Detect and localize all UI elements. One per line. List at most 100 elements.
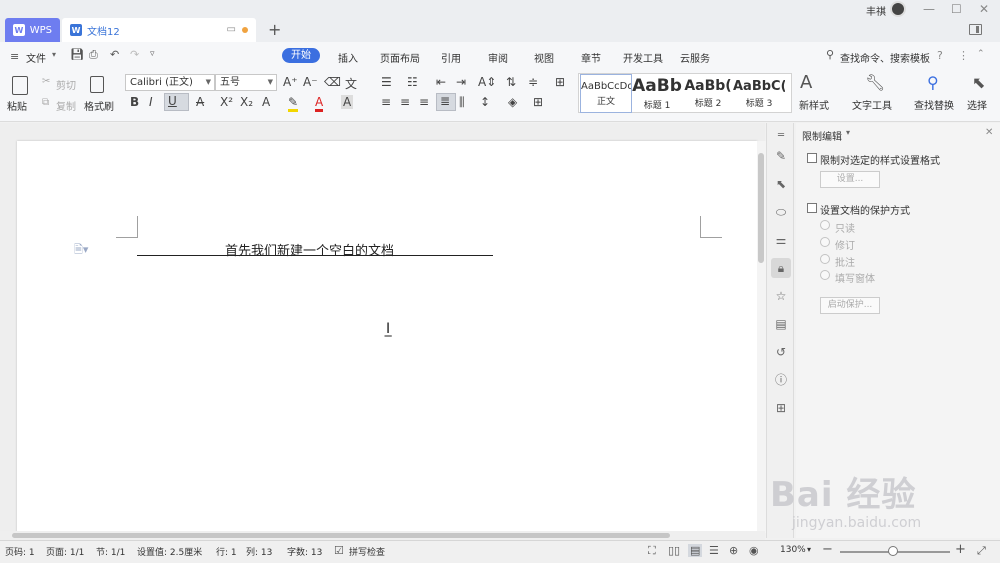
sort-icon[interactable]: ⇅ bbox=[506, 75, 516, 89]
style-normal[interactable]: AaBbCcDd 正文 bbox=[580, 74, 632, 113]
hamburger-icon[interactable]: ≡ bbox=[10, 50, 19, 63]
clear-format-icon[interactable]: ⌫ bbox=[324, 75, 341, 89]
tab-view[interactable]: 视图 bbox=[534, 50, 554, 65]
shapes-icon[interactable]: ⬭ bbox=[774, 205, 788, 219]
tab-insert[interactable]: 插入 bbox=[338, 50, 358, 65]
align-right-icon[interactable]: ≡ bbox=[419, 95, 429, 109]
customize-icon[interactable]: ▿ bbox=[150, 49, 155, 59]
strikethrough-icon[interactable]: A bbox=[196, 95, 204, 109]
bullet-list-icon[interactable]: ☰ bbox=[381, 75, 392, 89]
new-style-button[interactable]: 新样式 bbox=[799, 97, 829, 112]
justify-icon[interactable]: ≣ bbox=[436, 93, 456, 111]
bold-icon[interactable]: B bbox=[130, 95, 139, 109]
superscript-icon[interactable]: X² bbox=[220, 95, 233, 109]
more-icon[interactable]: ⋮ bbox=[958, 49, 969, 62]
file-menu[interactable]: 文件 bbox=[26, 50, 46, 65]
adjust-icon[interactable]: ⚌ bbox=[774, 233, 788, 247]
tab-page-layout[interactable]: 页面布局 bbox=[380, 50, 420, 65]
collapse-ribbon-icon[interactable]: ⌃ bbox=[977, 49, 985, 59]
table-grid-icon[interactable]: ⊞ bbox=[555, 75, 565, 89]
radio-forms[interactable] bbox=[820, 270, 830, 280]
shading-icon[interactable]: ◈ bbox=[508, 95, 517, 109]
page-view-icon[interactable]: ▤ bbox=[688, 544, 703, 557]
numbered-list-icon[interactable]: ☷ bbox=[407, 75, 418, 89]
style-heading-1[interactable]: AaBb 标题 1 bbox=[631, 74, 683, 113]
lock-icon[interactable]: 🔒︎ bbox=[774, 261, 788, 275]
document-text[interactable]: 首先我们新建一个空白的文档 bbox=[225, 240, 394, 259]
help-icon[interactable]: ? bbox=[937, 49, 943, 62]
style-heading-3[interactable]: AaBbC( 标题 3 bbox=[733, 74, 785, 113]
radio-readonly[interactable] bbox=[820, 220, 830, 230]
avatar[interactable] bbox=[890, 1, 906, 17]
line-spacing-icon[interactable]: ≑ bbox=[528, 75, 538, 89]
distribute-icon[interactable]: ⫼ bbox=[459, 95, 465, 110]
apps-grid-icon[interactable]: ⊞ bbox=[774, 401, 788, 415]
close-icon[interactable]: ✕ bbox=[985, 127, 993, 138]
format-painter-button[interactable]: 格式刷 bbox=[84, 98, 114, 113]
web-view-icon[interactable]: ⊕ bbox=[729, 544, 738, 557]
status-page[interactable]: 页面: 1/1 bbox=[46, 545, 84, 558]
new-style-icon[interactable]: A bbox=[800, 72, 812, 93]
find-replace-icon[interactable]: ⚲ bbox=[927, 73, 939, 92]
select-button[interactable]: 选择 bbox=[967, 97, 987, 112]
zoom-out-icon[interactable]: − bbox=[822, 542, 833, 557]
tab-start[interactable]: 开始 bbox=[282, 48, 320, 63]
underline-icon[interactable]: U bbox=[164, 93, 189, 111]
maximize-icon[interactable]: ☐ bbox=[951, 2, 962, 16]
star-icon[interactable]: ☆ bbox=[774, 289, 788, 303]
tab-chapter[interactable]: 章节 bbox=[581, 50, 601, 65]
font-color-icon[interactable]: A bbox=[315, 95, 324, 112]
fit-page-icon[interactable]: ⤢ bbox=[977, 544, 986, 558]
cut-button[interactable]: 剪切 bbox=[56, 77, 76, 92]
search-icon[interactable]: ⚲ bbox=[826, 48, 834, 61]
read-mode-icon[interactable]: ▯▯ bbox=[668, 544, 680, 557]
tab-cloud[interactable]: 云服务 bbox=[680, 50, 710, 65]
increase-indent-icon[interactable]: ⇥ bbox=[456, 75, 466, 89]
text-tools-button[interactable]: 文字工具 bbox=[852, 97, 892, 112]
tab-references[interactable]: 引用 bbox=[441, 50, 461, 65]
chevron-down-icon[interactable]: ▾ bbox=[52, 50, 56, 59]
copy-button[interactable]: 复制 bbox=[56, 98, 76, 113]
status-column[interactable]: 列: 13 bbox=[246, 545, 272, 558]
align-left-icon[interactable]: ≡ bbox=[381, 95, 391, 109]
chevron-down-icon[interactable]: ▾ bbox=[846, 128, 850, 137]
sidebar-toggle-icon[interactable] bbox=[969, 24, 982, 35]
tab-wps-home[interactable]: W WPS bbox=[5, 18, 60, 42]
align-center-icon[interactable]: ≡ bbox=[400, 95, 410, 109]
decrease-indent-icon[interactable]: ⇤ bbox=[436, 75, 446, 89]
tab-document[interactable]: W 文档12 ▭ bbox=[62, 18, 256, 42]
paragraph-handle-icon[interactable]: 🗎▾ bbox=[74, 241, 88, 260]
italic-icon[interactable]: I bbox=[149, 95, 153, 109]
zoom-level[interactable]: 130% bbox=[780, 545, 806, 555]
highlight-icon[interactable]: ✎ bbox=[288, 95, 299, 112]
command-search[interactable]: 查找命令、搜索模板 bbox=[840, 50, 930, 65]
font-name-select[interactable]: Calibri (正文) ▼ bbox=[125, 74, 215, 91]
subscript-icon[interactable]: X₂ bbox=[240, 95, 253, 109]
style-heading-2[interactable]: AaBb( 标题 2 bbox=[682, 74, 734, 113]
shrink-font-icon[interactable]: A⁻ bbox=[303, 75, 318, 89]
restrict-format-checkbox[interactable] bbox=[807, 153, 817, 163]
font-size-select[interactable]: 五号 ▼ bbox=[215, 74, 277, 91]
wrench-icon[interactable]: 🔧︎ bbox=[865, 73, 885, 92]
select-cursor-icon[interactable]: ⬉ bbox=[972, 73, 985, 92]
user-name[interactable]: 丰祺 bbox=[866, 3, 886, 18]
grow-font-icon[interactable]: A⁺ bbox=[283, 75, 298, 89]
horizontal-scrollbar[interactable] bbox=[0, 531, 765, 540]
status-word-count[interactable]: 字数: 13 bbox=[287, 545, 322, 558]
start-protection-button[interactable]: 启动保护... bbox=[820, 297, 880, 314]
status-section[interactable]: 节: 1/1 bbox=[96, 545, 125, 558]
protect-mode-checkbox[interactable] bbox=[807, 203, 817, 213]
paste-button[interactable]: 粘贴 bbox=[7, 98, 27, 113]
minimize-icon[interactable]: — bbox=[923, 2, 935, 16]
radio-comments[interactable] bbox=[820, 254, 830, 264]
redo-icon[interactable]: ↷ bbox=[130, 48, 139, 61]
char-shading-icon[interactable]: A bbox=[341, 95, 354, 109]
rail-collapse-icon[interactable]: ═ bbox=[774, 129, 788, 143]
archive-icon[interactable]: ▤ bbox=[774, 317, 788, 331]
phonetic-icon[interactable]: 文 bbox=[345, 75, 357, 92]
status-setting[interactable]: 设置值: 2.5厘米 bbox=[137, 545, 202, 558]
text-effect-icon[interactable]: A bbox=[262, 95, 270, 109]
pointer-icon[interactable]: ⬉ bbox=[774, 177, 788, 191]
status-row[interactable]: 行: 1 bbox=[216, 545, 237, 558]
new-tab-button[interactable]: + bbox=[268, 20, 281, 39]
